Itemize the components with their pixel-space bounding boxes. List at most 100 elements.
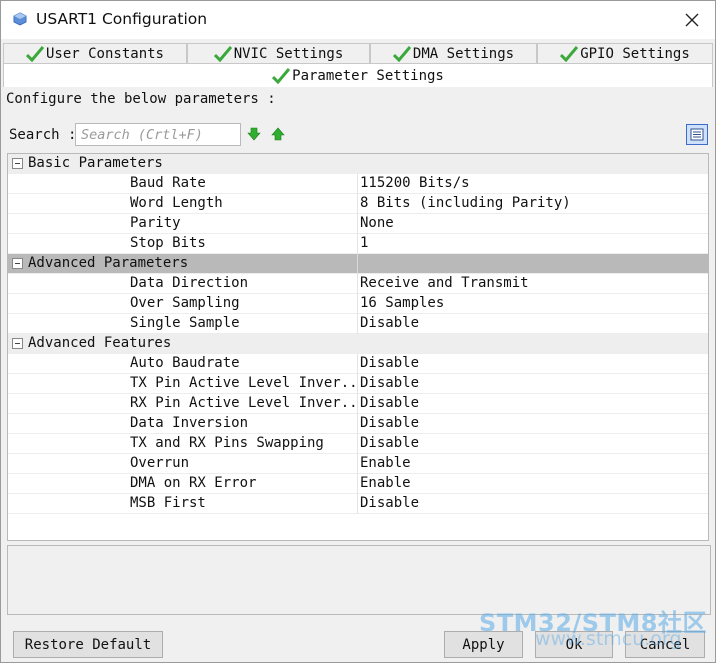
search-label: Search : [9,127,77,143]
column-divider [357,414,358,434]
param-row-rx-pin-active-level[interactable]: RX Pin Active Level Inver... Disable [8,394,708,414]
ok-button[interactable]: Ok [535,631,613,658]
column-divider [357,274,358,294]
check-icon [560,45,579,62]
apply-button[interactable]: Apply [444,631,523,658]
description-box [7,545,711,615]
tab-label: User Constants [45,45,164,62]
param-value[interactable]: Disable [360,495,419,511]
param-name: Overrun [130,455,190,471]
group-row-advanced-parameters[interactable]: Advanced Parameters [8,254,708,274]
param-value[interactable]: None [360,215,394,231]
column-divider [357,494,358,514]
param-value[interactable]: Enable [360,455,411,471]
group-label: Basic Parameters [28,155,163,171]
param-row-tx-pin-active-level[interactable]: TX Pin Active Level Inver... Disable [8,374,708,394]
arrow-down-icon[interactable] [247,127,261,141]
window-title: USART1 Configuration [36,10,208,28]
tab-parameter-settings[interactable]: Parameter Settings [3,63,713,87]
param-row-data-direction[interactable]: Data Direction Receive and Transmit [8,274,708,294]
usart1-config-dialog: USART1 Configuration User Constants NVIC… [0,0,716,663]
list-view-icon [690,128,704,141]
column-divider [357,454,358,474]
check-icon [213,45,232,62]
param-name: Baud Rate [130,175,206,191]
param-value[interactable]: Disable [360,375,419,391]
check-icon [392,45,411,62]
parameter-panel: Configure the below parameters : Search … [3,87,713,627]
param-row-data-inversion[interactable]: Data Inversion Disable [8,414,708,434]
param-name: Over Sampling [130,295,240,311]
group-label: Advanced Parameters [28,255,189,271]
cube-icon [13,12,27,26]
search-input[interactable] [75,123,241,146]
param-value[interactable]: Disable [360,315,419,331]
column-divider [357,474,358,494]
column-divider [357,254,358,274]
check-icon [272,67,291,84]
column-divider [357,314,358,334]
param-name: Parity [130,215,181,231]
param-value[interactable]: 16 Samples [360,295,444,311]
param-row-baud-rate[interactable]: Baud Rate 115200 Bits/s [8,174,708,194]
param-name: Stop Bits [130,235,206,251]
column-divider [357,214,358,234]
tab-gpio-settings[interactable]: GPIO Settings [537,43,713,63]
collapse-icon[interactable] [12,158,23,169]
param-row-overrun[interactable]: Overrun Enable [8,454,708,474]
param-row-word-length[interactable]: Word Length 8 Bits (including Parity) [8,194,708,214]
collapse-icon[interactable] [12,338,23,349]
group-row-basic-parameters[interactable]: Basic Parameters [8,154,708,174]
column-divider [357,174,358,194]
param-value[interactable]: Disable [360,435,419,451]
param-row-stop-bits[interactable]: Stop Bits 1 [8,234,708,254]
column-divider [357,374,358,394]
tab-dma-settings[interactable]: DMA Settings [370,43,537,63]
collapse-icon[interactable] [12,258,23,269]
param-name: TX and RX Pins Swapping [130,435,324,451]
parameter-grid: Basic Parameters Baud Rate 115200 Bits/s… [7,153,709,541]
column-divider [357,294,358,314]
param-row-over-sampling[interactable]: Over Sampling 16 Samples [8,294,708,314]
param-name: DMA on RX Error [130,475,257,491]
param-value[interactable]: Receive and Transmit [360,275,529,291]
close-icon [685,13,699,27]
tab-label: Parameter Settings [292,67,444,84]
list-view-button[interactable] [686,124,708,145]
title-bar: USART1 Configuration [1,1,715,39]
param-row-parity[interactable]: Parity None [8,214,708,234]
param-value[interactable]: 8 Bits (including Parity) [360,195,571,211]
group-row-advanced-features[interactable]: Advanced Features [8,334,708,354]
tab-nvic-settings[interactable]: NVIC Settings [187,43,370,63]
column-divider [357,354,358,374]
param-value[interactable]: Disable [360,415,419,431]
param-value[interactable]: Disable [360,395,419,411]
param-row-single-sample[interactable]: Single Sample Disable [8,314,708,334]
param-value[interactable]: Enable [360,475,411,491]
tab-user-constants[interactable]: User Constants [3,43,187,63]
param-row-msb-first[interactable]: MSB First Disable [8,494,708,514]
arrow-up-icon[interactable] [271,127,285,141]
param-name: Auto Baudrate [130,355,240,371]
param-row-auto-baudrate[interactable]: Auto Baudrate Disable [8,354,708,374]
param-name: Data Direction [130,275,249,291]
param-name: RX Pin Active Level Inver... [130,395,358,411]
tab-strip: User Constants NVIC Settings DMA Setting… [3,41,713,87]
param-value[interactable]: 1 [360,235,368,251]
restore-default-button[interactable]: Restore Default [13,631,163,658]
param-row-pins-swapping[interactable]: TX and RX Pins Swapping Disable [8,434,708,454]
param-name: TX Pin Active Level Inver... [130,375,358,391]
close-button[interactable] [669,1,715,39]
column-divider [357,194,358,214]
param-name: Data Inversion [130,415,249,431]
param-row-dma-on-rx-error[interactable]: DMA on RX Error Enable [8,474,708,494]
param-name: MSB First [130,495,206,511]
param-value[interactable]: 115200 Bits/s [360,175,470,191]
param-value[interactable]: Disable [360,355,419,371]
config-label: Configure the below parameters : [6,91,276,107]
cancel-button[interactable]: Cancel [625,631,705,658]
column-divider [357,394,358,414]
column-divider [357,234,358,254]
tab-label: GPIO Settings [580,45,690,62]
param-name: Single Sample [130,315,240,331]
